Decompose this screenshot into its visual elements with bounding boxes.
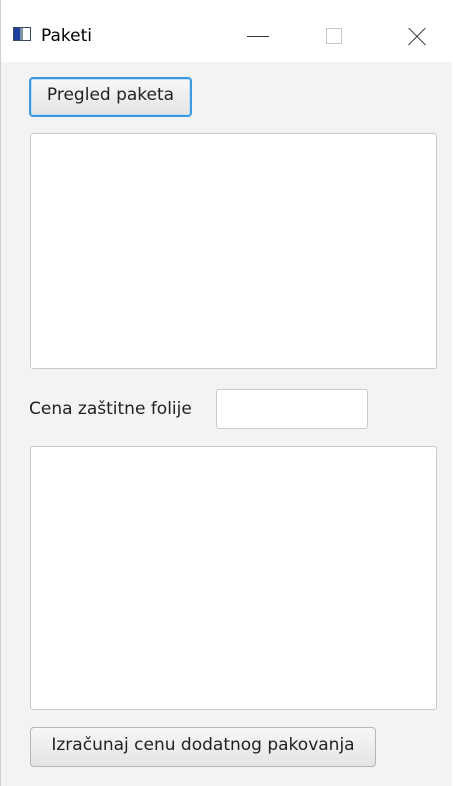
- maximize-icon[interactable]: [311, 22, 361, 52]
- app-window: Paketi Pregled paketa Cena zaštitne foli…: [0, 0, 453, 786]
- calculate-packaging-button[interactable]: Izračunaj cenu dodatnog pakovanja: [30, 727, 376, 767]
- result-text-area[interactable]: [30, 446, 437, 710]
- close-icon[interactable]: [391, 22, 441, 52]
- foil-price-label: Cena zaštitne folije: [29, 399, 192, 419]
- minimize-icon[interactable]: [233, 22, 283, 52]
- java-app-icon: [13, 27, 31, 41]
- foil-price-input[interactable]: [216, 389, 368, 429]
- title-bar[interactable]: Paketi: [1, 0, 453, 62]
- window-title: Paketi: [41, 26, 92, 46]
- packages-text-area[interactable]: [30, 133, 437, 369]
- review-packages-button[interactable]: Pregled paketa: [29, 77, 192, 117]
